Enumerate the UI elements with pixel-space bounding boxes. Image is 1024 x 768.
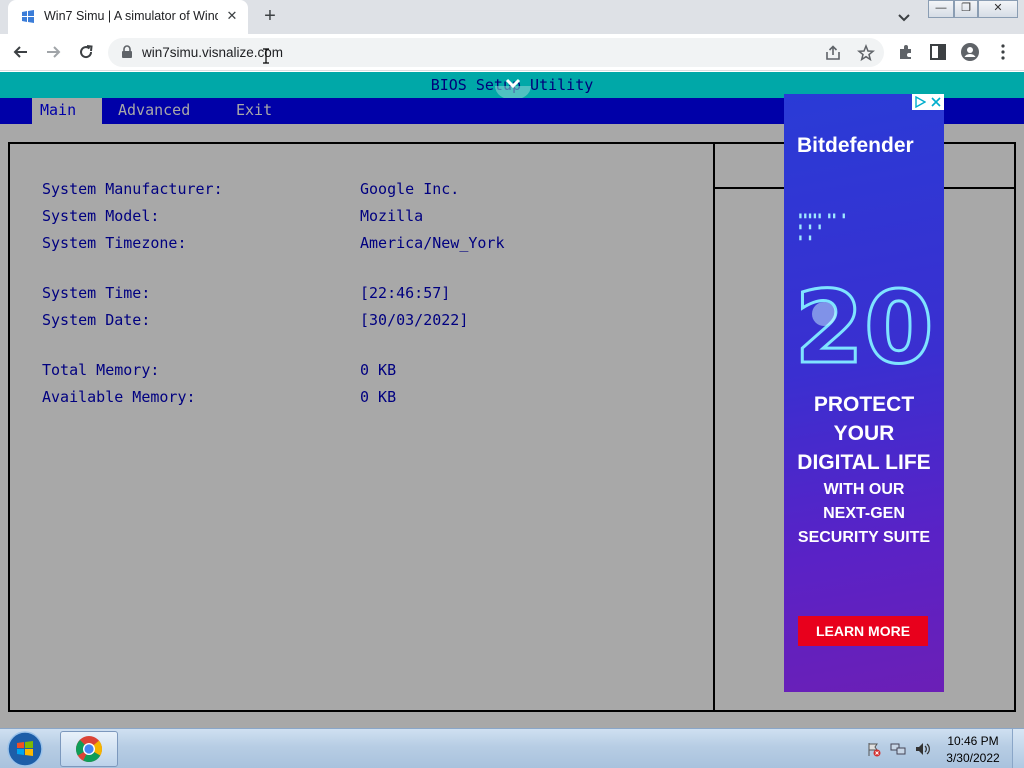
system-time-label: System Time: — [42, 284, 151, 302]
forward-arrow-icon[interactable] — [43, 42, 63, 62]
system-date-label: System Date: — [42, 311, 151, 329]
taskbar-clock-time[interactable]: 10:46 PM — [940, 734, 1006, 748]
total-memory-label: Total Memory: — [42, 361, 160, 379]
taskbar-clock-date[interactable]: 3/30/2022 — [940, 751, 1006, 765]
window-close-button[interactable]: ✕ — [978, 0, 1018, 18]
available-memory-label: Available Memory: — [42, 388, 196, 406]
ad-20-text: 20 — [794, 274, 933, 374]
ad-close-icon[interactable] — [930, 96, 942, 108]
win7simu-favicon-icon — [22, 10, 34, 23]
timezone-value: America/New_York — [360, 234, 505, 252]
ad-sub-line-3: SECURITY SUITE — [797, 529, 931, 546]
ad-sub-line-2: NEXT-GEN — [823, 505, 905, 522]
model-value: Mozilla — [360, 207, 424, 225]
bios-menu-main[interactable]: Main — [32, 98, 102, 124]
show-desktop-button[interactable] — [1012, 729, 1024, 768]
chrome-icon — [75, 736, 103, 762]
adchoices-icon[interactable] — [914, 96, 926, 108]
profile-avatar-icon[interactable] — [960, 42, 980, 62]
browser-tabstrip: Win7 Simu | A simulator of Wind ✕ + — ❐ … — [0, 0, 1024, 34]
site-badge-icon — [495, 78, 531, 100]
bios-menu-advanced[interactable]: Advanced — [110, 98, 198, 124]
timezone-label: System Timezone: — [42, 234, 187, 252]
lock-icon[interactable] — [120, 45, 134, 59]
panel-divider — [713, 144, 715, 710]
text-cursor-icon — [263, 48, 269, 64]
extensions-puzzle-icon[interactable] — [896, 42, 916, 62]
ad-decoration: ▮▮▮▮▮ ▮▮ ▮ ▮ ▮ ▮ ▮ ▮ — [798, 211, 847, 242]
windows-taskbar: 10:46 PM 3/30/2022 — [0, 728, 1024, 768]
bios-menu-exit[interactable]: Exit — [228, 98, 280, 124]
network-icon[interactable] — [890, 741, 906, 757]
ad-20-graphic: 20 — [793, 274, 935, 374]
manufacturer-label: System Manufacturer: — [42, 180, 223, 198]
browser-menu-kebab-icon[interactable] — [993, 42, 1013, 62]
ad-sub-line-1: WITH OUR — [823, 481, 905, 498]
browser-toolbar: win7simu.visnalize.com — [0, 34, 1024, 71]
side-panel-icon[interactable] — [928, 42, 948, 62]
system-time-field[interactable]: [22:46:57] — [360, 284, 450, 302]
address-bar[interactable]: win7simu.visnalize.com — [108, 38, 884, 67]
total-memory-value: 0 KB — [360, 361, 397, 379]
manufacturer-value: Google Inc. — [360, 180, 460, 198]
bookmark-star-icon[interactable] — [857, 44, 875, 62]
ad-subheadline: WITH OUR NEXT-GEN SECURITY SUITE — [784, 478, 944, 550]
window-restore-button[interactable]: ❐ — [954, 0, 978, 18]
windows-start-button-icon[interactable] — [4, 730, 46, 768]
window-minimize-button[interactable]: — — [928, 0, 954, 18]
action-center-flag-icon[interactable] — [866, 741, 882, 757]
ad-headline-line-3: DIGITAL LIFE — [797, 451, 931, 474]
browser-tab[interactable]: Win7 Simu | A simulator of Wind ✕ — [8, 0, 248, 34]
back-arrow-icon[interactable] — [11, 42, 31, 62]
ad-brand: Bitdefender — [797, 134, 914, 157]
model-label: System Model: — [42, 207, 160, 225]
share-icon[interactable] — [824, 44, 842, 62]
ad-choices[interactable] — [912, 94, 944, 110]
ad-learn-more-button[interactable]: LEARN MORE — [798, 616, 928, 646]
ad-headline-line-2: YOUR — [833, 422, 895, 445]
reload-icon[interactable] — [76, 42, 96, 62]
ad-headline-line-1: PROTECT — [813, 393, 915, 416]
ad-headline: PROTECT YOUR DIGITAL LIFE — [784, 390, 944, 477]
taskbar-chrome-button[interactable] — [60, 731, 118, 767]
system-date-field[interactable]: [30/03/2022] — [360, 311, 468, 329]
new-tab-button[interactable]: + — [258, 5, 282, 29]
available-memory-value: 0 KB — [360, 388, 397, 406]
tab-close-icon[interactable]: ✕ — [224, 8, 240, 24]
bitdefender-ad[interactable]: Bitdefender ▮▮▮▮▮ ▮▮ ▮ ▮ ▮ ▮ ▮ ▮ 20 PROT… — [784, 94, 944, 692]
volume-speaker-icon[interactable] — [914, 741, 930, 757]
tab-search-chevron-icon[interactable] — [894, 7, 914, 27]
tab-title: Win7 Simu | A simulator of Wind — [44, 9, 218, 23]
